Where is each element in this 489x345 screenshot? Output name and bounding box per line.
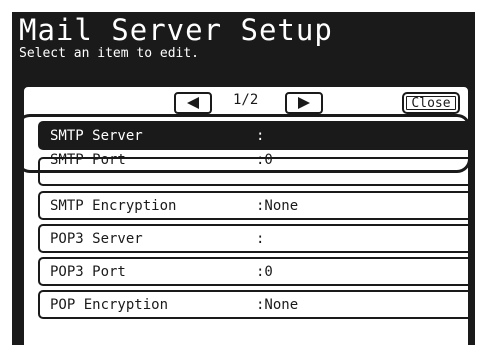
page-subtitle: Select an item to edit. (19, 46, 200, 61)
row-value: :None (256, 297, 299, 313)
row-smtp-encryption[interactable]: SMTP Encryption :None (38, 191, 468, 220)
row-value: :0 (256, 264, 273, 280)
row-value: :None (256, 198, 299, 214)
close-button[interactable]: Close (402, 92, 460, 114)
row-label: POP3 Port (50, 264, 126, 280)
triangle-left-icon (187, 97, 199, 109)
row-label: SMTP Encryption (50, 198, 177, 214)
row-label: POP3 Server (50, 231, 143, 247)
row-pop-encryption[interactable]: POP Encryption :None (38, 290, 468, 319)
row-label: SMTP Port (50, 152, 126, 168)
row-pop3-port[interactable]: POP3 Port :0 (38, 257, 468, 286)
row-label: POP Encryption (50, 297, 169, 313)
row-label: SMTP Server (50, 128, 143, 144)
previous-page-button[interactable] (174, 92, 212, 114)
page-indicator: 1/2 (233, 92, 259, 108)
settings-panel: 1/2 Close SMTP Server : SMTP Port :0 SMT… (22, 85, 470, 345)
row-smtp-port[interactable]: SMTP Port :0 (38, 152, 468, 186)
row-smtp-server[interactable]: SMTP Server : (38, 121, 468, 150)
row-value: :0 (256, 152, 273, 168)
page-title: Mail Server Setup (19, 13, 333, 47)
triangle-right-icon (298, 97, 310, 109)
row-value: : (256, 128, 265, 144)
row-value: : (256, 231, 265, 247)
next-page-button[interactable] (285, 92, 323, 114)
device-screen: Mail Server Setup Select an item to edit… (12, 12, 475, 345)
row-pop3-server[interactable]: POP3 Server : (38, 224, 468, 253)
